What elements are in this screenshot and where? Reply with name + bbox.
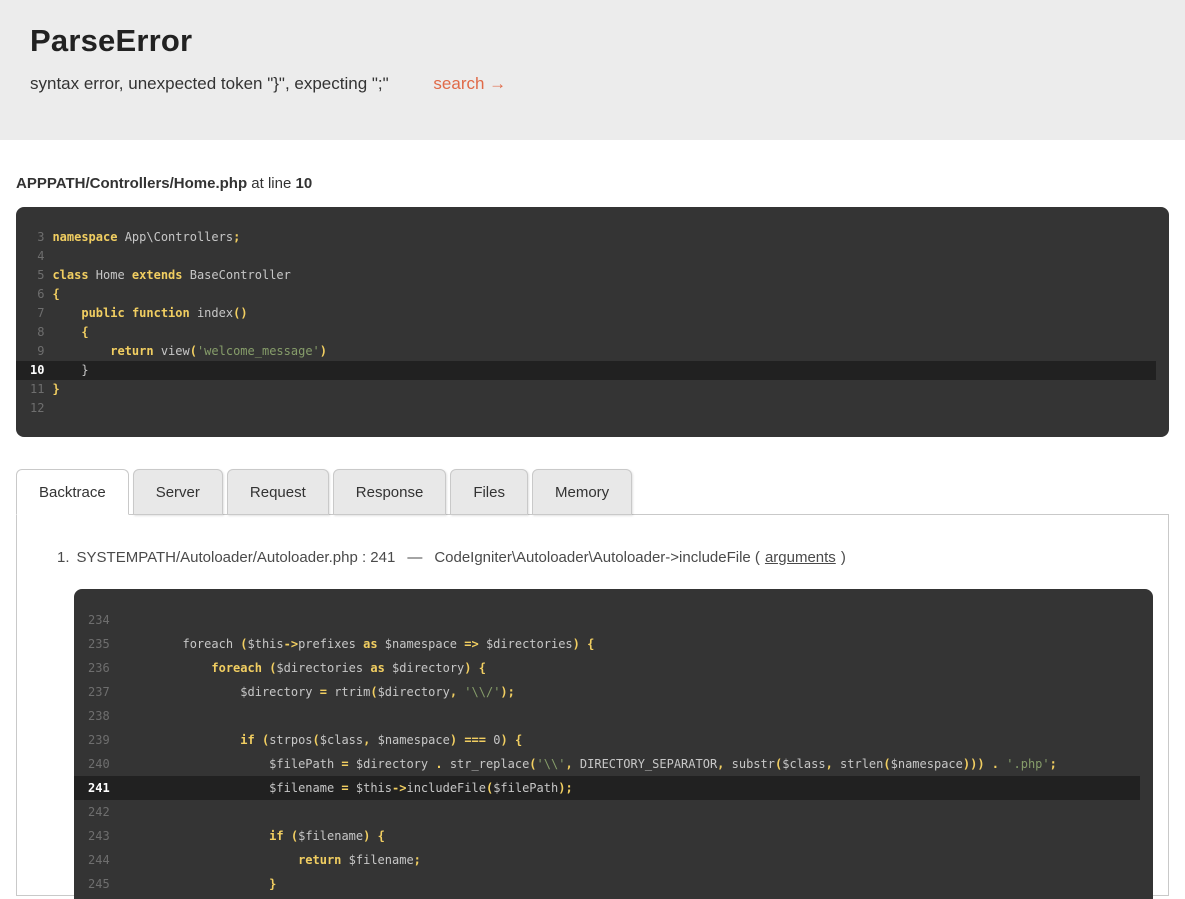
line-number: 242	[88, 800, 110, 824]
line-number: 5	[30, 266, 44, 285]
code-line: 243 if ($filename) {	[74, 824, 1153, 848]
code-line: 238	[74, 704, 1153, 728]
backtrace-signature: CodeIgniter\Autoloader\Autoloader->inclu…	[434, 549, 760, 566]
code-line: 235 foreach ($this->prefixes as $namespa…	[74, 632, 1153, 656]
line-number: 244	[88, 848, 110, 872]
file-path: APPPATH/Controllers/Home.php	[16, 175, 247, 192]
code-line: 234	[74, 608, 1153, 632]
code-line: 236 foreach ($directories as $directory)…	[74, 656, 1153, 680]
code-line: 4	[16, 247, 1169, 266]
line-number: 8	[30, 323, 44, 342]
tab-memory[interactable]: Memory	[532, 469, 632, 515]
code-line: 12	[16, 399, 1169, 418]
line-number: 12	[30, 399, 44, 418]
line-number: 11	[30, 380, 44, 399]
code-line: 245 }	[74, 872, 1153, 896]
backtrace-signature-close: )	[841, 549, 846, 566]
line-number: 9	[30, 342, 44, 361]
backtrace-panel: 1. SYSTEMPATH/Autoloader/Autoloader.php :…	[16, 514, 1169, 896]
line-number: 6	[30, 285, 44, 304]
line-number: 10	[30, 361, 44, 380]
trace-code-block: 234235 foreach ($this->prefixes as $name…	[74, 589, 1153, 899]
line-number: 238	[88, 704, 110, 728]
error-title: ParseError	[30, 22, 1155, 60]
source-code-block: 3namespace App\Controllers;45class Home …	[16, 207, 1169, 437]
line-number: 237	[88, 680, 110, 704]
line-number: 245	[88, 872, 110, 896]
tab-response[interactable]: Response	[333, 469, 447, 515]
at-line-label: at line	[251, 175, 291, 192]
line-number: 240	[88, 752, 110, 776]
code-line: 6{	[16, 285, 1169, 304]
highlighted-code-line: 10 }	[16, 361, 1156, 380]
main-content: APPPATH/Controllers/Home.php at line 10 …	[16, 175, 1169, 896]
backtrace-location: SYSTEMPATH/Autoloader/Autoloader.php : 2…	[77, 549, 396, 566]
code-line: 239 if (strpos($class, $namespace) === 0…	[74, 728, 1153, 752]
backtrace-index: 1.	[57, 549, 70, 566]
tab-bar: BacktraceServerRequestResponseFilesMemor…	[16, 469, 1169, 515]
error-header: ParseError syntax error, unexpected toke…	[0, 0, 1185, 140]
line-number: 4	[30, 247, 44, 266]
code-line: 242	[74, 800, 1153, 824]
line-number: 236	[88, 656, 110, 680]
backtrace-separator: —	[407, 549, 422, 566]
tab-server[interactable]: Server	[133, 469, 223, 515]
error-line-number: 10	[296, 175, 313, 192]
arguments-link[interactable]: arguments	[765, 549, 836, 566]
line-number: 241	[88, 776, 110, 800]
code-line: 5class Home extends BaseController	[16, 266, 1169, 285]
error-message: syntax error, unexpected token "}", expe…	[30, 74, 389, 93]
line-number: 7	[30, 304, 44, 323]
search-link[interactable]: search →	[433, 74, 506, 93]
tab-backtrace[interactable]: Backtrace	[16, 469, 129, 515]
code-line: 237 $directory = rtrim($directory, '\\/'…	[74, 680, 1153, 704]
code-line: 3namespace App\Controllers;	[16, 228, 1169, 247]
file-info: APPPATH/Controllers/Home.php at line 10	[16, 175, 1169, 192]
code-line: 7 public function index()	[16, 304, 1169, 323]
line-number: 234	[88, 608, 110, 632]
backtrace-item: 1. SYSTEMPATH/Autoloader/Autoloader.php :…	[57, 547, 1153, 568]
highlighted-code-line: 241 $filename = $this->includeFile($file…	[74, 776, 1140, 800]
code-line: 11}	[16, 380, 1169, 399]
tab-files[interactable]: Files	[450, 469, 528, 515]
code-line: 244 return $filename;	[74, 848, 1153, 872]
code-line: 9 return view('welcome_message')	[16, 342, 1169, 361]
tab-request[interactable]: Request	[227, 469, 329, 515]
error-message-row: syntax error, unexpected token "}", expe…	[30, 74, 1155, 94]
line-number: 239	[88, 728, 110, 752]
code-line: 240 $filePath = $directory . str_replace…	[74, 752, 1153, 776]
line-number: 235	[88, 632, 110, 656]
code-line: 8 {	[16, 323, 1169, 342]
line-number: 243	[88, 824, 110, 848]
line-number: 3	[30, 228, 44, 247]
